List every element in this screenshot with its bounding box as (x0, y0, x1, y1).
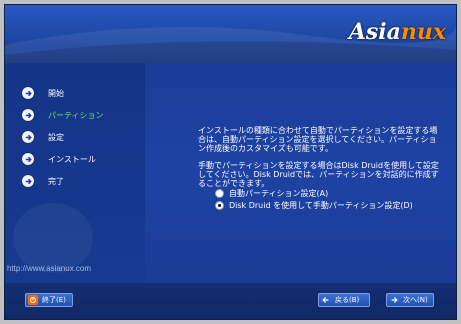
exit-label: 終了(E) (42, 296, 66, 304)
arrow-right-icon (22, 131, 34, 143)
next-label: 次へ(N) (403, 296, 428, 304)
option-label: Disk Druid を使用して手動パーティション設定(D) (229, 200, 413, 210)
partition-options: 自動パーティション設定(A) Disk Druid を使用して手動パーティション… (215, 187, 413, 211)
back-label: 戻る(B) (335, 296, 360, 304)
step-label: パーティション (48, 110, 104, 120)
arrow-right-icon (22, 87, 34, 99)
instructions: インストールの種類に合わせて自動でパーティションを設定する場合は、自動パーティシ… (198, 126, 444, 196)
exit-button[interactable]: 終了(E) (25, 293, 73, 307)
option-label: 自動パーティション設定(A) (229, 188, 329, 198)
radio-button-icon[interactable] (215, 200, 224, 210)
option-auto-partition[interactable]: 自動パーティション設定(A) (215, 187, 413, 199)
step-finish: 完了 (22, 170, 104, 192)
step-start: 開始 (22, 82, 104, 104)
step-install: インストール (22, 148, 104, 170)
website-url: http://www.asianux.com (7, 264, 92, 273)
step-settings: 設定 (22, 126, 104, 148)
asianux-logo: Asia nux (349, 17, 446, 47)
option-disk-druid[interactable]: Disk Druid を使用して手動パーティション設定(D) (215, 199, 413, 211)
radio-button-icon[interactable] (215, 188, 224, 198)
back-button[interactable]: 戻る(B) (318, 293, 370, 307)
arrow-right-icon (389, 295, 399, 305)
instruction-auto: インストールの種類に合わせて自動でパーティションを設定する場合は、自動パーティシ… (198, 126, 438, 153)
header-banner: Asia nux (5, 5, 456, 63)
instruction-manual: 手動でパーティションを設定する場合はDisk Druidを使用して設定してくださ… (198, 161, 439, 188)
arrow-left-icon (321, 295, 331, 305)
screen-frame: Asia nux 開始 パーティション 設定 インストール 完了 http://… (0, 0, 461, 324)
logo-text-accent: nux (400, 19, 446, 45)
step-label: 開始 (48, 88, 64, 98)
step-label: インストール (48, 154, 96, 164)
radio-selected-dot (218, 203, 221, 207)
step-label: 設定 (48, 132, 64, 142)
step-list: 開始 パーティション 設定 インストール 完了 (22, 82, 104, 192)
arrow-right-icon (22, 175, 34, 187)
logo-text-main: Asia (348, 19, 401, 45)
next-button[interactable]: 次へ(N) (386, 293, 434, 307)
arrow-right-icon (22, 153, 34, 165)
step-label: 完了 (48, 176, 64, 186)
exit-icon (28, 295, 38, 305)
step-partition: パーティション (22, 104, 104, 126)
arrow-right-icon (22, 109, 34, 121)
